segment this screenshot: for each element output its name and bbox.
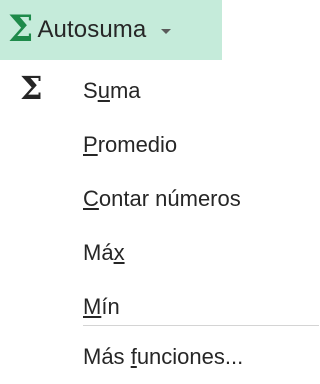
autosum-button[interactable]: Σ Autosuma [0, 0, 222, 60]
autosum-dropdown-menu: Σ Suma Promedio Contar números Máx Mín M… [0, 60, 319, 382]
menu-item-label: Suma [83, 78, 141, 103]
menu-item-suma[interactable]: Σ Suma [0, 64, 319, 118]
menu-item-label: Mín [83, 294, 120, 319]
menu-item-promedio[interactable]: Promedio [0, 118, 319, 172]
menu-item-max[interactable]: Máx [0, 226, 319, 280]
menu-item-contar-numeros[interactable]: Contar números [0, 172, 319, 226]
sigma-icon: Σ [20, 69, 43, 107]
menu-item-label: Máx [83, 240, 125, 265]
sigma-icon: Σ [8, 8, 34, 50]
autosum-label: Autosuma [37, 16, 147, 43]
menu-item-label: Promedio [83, 132, 178, 157]
menu-item-label: Contar números [83, 186, 241, 211]
caret-down-icon[interactable] [161, 28, 172, 34]
menu-separator [83, 325, 319, 326]
menu-item-label: Más funciones... [83, 344, 244, 369]
menu-item-mas-funciones[interactable]: Más funciones... [0, 330, 319, 384]
